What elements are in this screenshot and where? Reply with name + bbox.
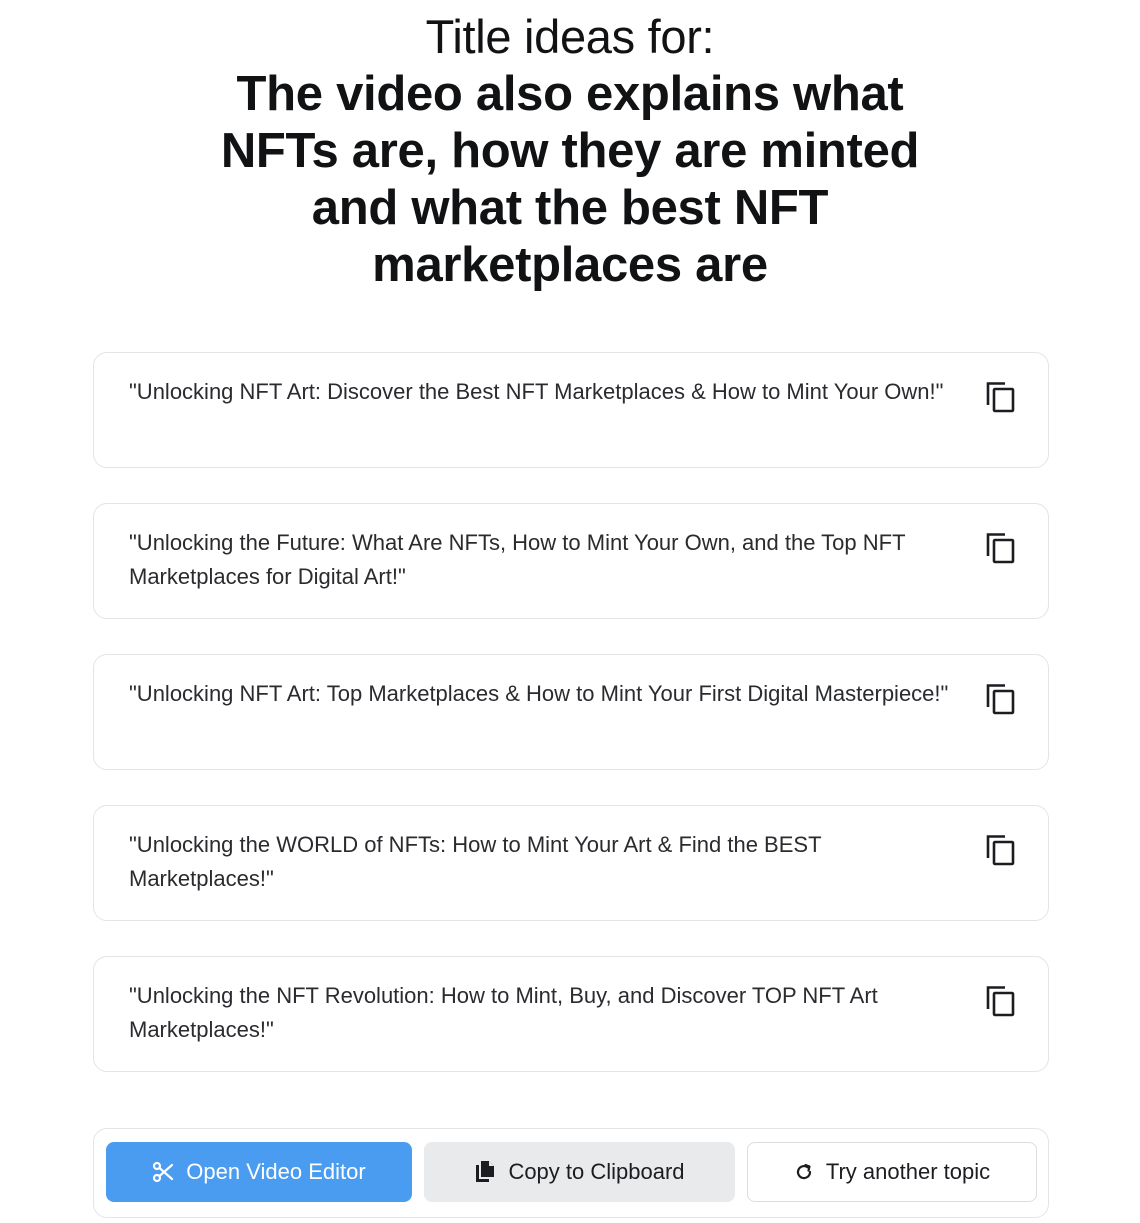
scissors-icon — [152, 1161, 174, 1183]
title-idea-text: "Unlocking NFT Art: Top Marketplaces & H… — [129, 681, 949, 706]
copy-icon[interactable] — [984, 530, 1018, 566]
title-idea-text: "Unlocking the Future: What Are NFTs, Ho… — [129, 530, 906, 589]
title-idea-card: "Unlocking the Future: What Are NFTs, Ho… — [93, 503, 1049, 619]
try-another-topic-button[interactable]: Try another topic — [747, 1142, 1037, 1202]
try-another-topic-label: Try another topic — [825, 1159, 991, 1184]
open-video-editor-button[interactable]: Open Video Editor — [106, 1142, 412, 1202]
title-ideas-list: "Unlocking NFT Art: Discover the Best NF… — [93, 352, 1049, 1107]
title-idea-card: "Unlocking the NFT Revolution: How to Mi… — [93, 956, 1049, 1072]
title-idea-text: "Unlocking the WORLD of NFTs: How to Min… — [129, 832, 822, 891]
title-ideas-page: Title ideas for: The video also explains… — [0, 0, 1140, 1223]
copy-icon[interactable] — [984, 681, 1018, 717]
title-idea-card: "Unlocking the WORLD of NFTs: How to Min… — [93, 805, 1049, 921]
action-toolbar: Open Video Editor Copy to Clipboard Try … — [93, 1128, 1049, 1218]
title-idea-text: "Unlocking the NFT Revolution: How to Mi… — [129, 983, 878, 1042]
copy-icon[interactable] — [984, 379, 1018, 415]
files-icon — [474, 1160, 496, 1184]
heading-label: Title ideas for: — [425, 10, 715, 63]
page-heading: Title ideas for: The video also explains… — [0, 8, 1140, 294]
copy-icon[interactable] — [984, 832, 1018, 868]
copy-to-clipboard-label: Copy to Clipboard — [508, 1159, 685, 1184]
title-idea-card: "Unlocking NFT Art: Discover the Best NF… — [93, 352, 1049, 468]
title-idea-text: "Unlocking NFT Art: Discover the Best NF… — [129, 379, 944, 404]
topic-title: The video also explains what NFTs are, h… — [220, 67, 920, 292]
refresh-icon — [794, 1162, 814, 1182]
copy-to-clipboard-button[interactable]: Copy to Clipboard — [424, 1142, 735, 1202]
title-idea-card: "Unlocking NFT Art: Top Marketplaces & H… — [93, 654, 1049, 770]
open-video-editor-label: Open Video Editor — [186, 1159, 366, 1184]
copy-icon[interactable] — [984, 983, 1018, 1019]
